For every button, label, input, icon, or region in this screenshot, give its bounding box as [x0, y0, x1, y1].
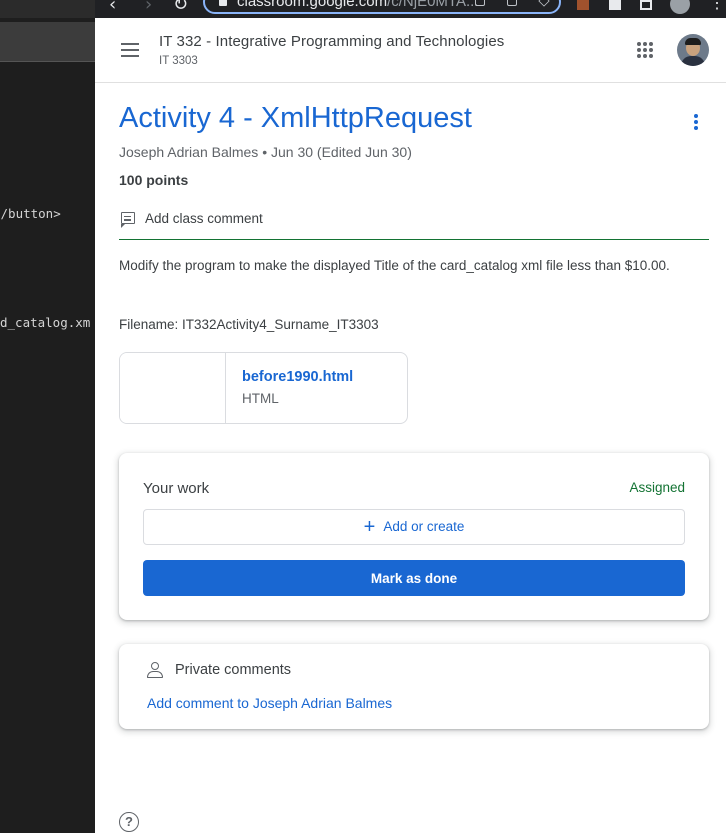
- editor-titlebar: [0, 0, 95, 18]
- code-editor-panel: </button> d_catalog.xm: [0, 0, 95, 833]
- help-icon[interactable]: ?: [119, 812, 139, 832]
- attachment-thumbnail: [120, 353, 226, 423]
- url-text: classroom.google.com/c/NjE0MTA...: [237, 0, 479, 10]
- plus-icon: +: [363, 515, 376, 538]
- class-section: IT 3303: [159, 55, 198, 67]
- attachment-name[interactable]: before1990.html: [242, 369, 353, 385]
- editor-tab-bar[interactable]: [0, 22, 95, 62]
- address-bar[interactable]: classroom.google.com/c/NjE0MTA...: [203, 0, 561, 14]
- person-icon: [147, 662, 163, 678]
- bookmark-star-icon[interactable]: [538, 0, 550, 7]
- assignment-description: Modify the program to make the displayed…: [119, 258, 670, 273]
- chrome-menu-icon[interactable]: ⋮: [709, 0, 725, 12]
- attachment-type: HTML: [242, 391, 279, 406]
- classroom-page: IT 332 - Integrative Programming and Tec…: [95, 18, 726, 833]
- code-line: d_catalog.xm: [0, 315, 91, 330]
- private-comments-card: Private comments Add comment to Joseph A…: [119, 644, 709, 729]
- sidepanel-icon[interactable]: [640, 0, 652, 10]
- menu-icon[interactable]: [121, 43, 139, 61]
- add-class-comment-button[interactable]: Add class comment: [119, 204, 709, 240]
- add-or-create-button[interactable]: + Add or create: [143, 509, 685, 545]
- reload-icon[interactable]: ↻: [173, 0, 188, 15]
- google-apps-icon[interactable]: [637, 42, 653, 58]
- add-class-comment-label: Add class comment: [145, 211, 263, 226]
- assignment-points: 100 points: [119, 172, 189, 188]
- more-options-icon[interactable]: [694, 114, 698, 132]
- browser-toolbar: ‹ › ↻ classroom.google.com/c/NjE0MTA... …: [95, 0, 726, 18]
- your-work-title: Your work: [143, 480, 210, 497]
- lock-icon: [219, 0, 227, 6]
- back-icon[interactable]: ‹: [109, 0, 116, 15]
- app-header: IT 332 - Integrative Programming and Tec…: [95, 18, 726, 83]
- add-or-create-label: Add or create: [383, 518, 465, 534]
- code-line: </button>: [0, 206, 61, 221]
- mark-as-done-button[interactable]: Mark as done: [143, 560, 685, 596]
- puzzle-icon[interactable]: [609, 0, 621, 10]
- private-comments-title: Private comments: [175, 662, 292, 678]
- class-name[interactable]: IT 332 - Integrative Programming and Tec…: [159, 33, 504, 50]
- page-title: Activity 4 - XmlHttpRequest: [119, 102, 472, 134]
- assignment-meta: Joseph Adrian Balmes • Jun 30 (Edited Ju…: [119, 144, 412, 160]
- your-work-card: Your work Assigned + Add or create Mark a…: [119, 453, 709, 620]
- status-badge: Assigned: [629, 480, 685, 495]
- add-private-comment-link[interactable]: Add comment to Joseph Adrian Balmes: [147, 695, 392, 711]
- profile-avatar[interactable]: [670, 0, 690, 14]
- share-icon[interactable]: [507, 0, 517, 6]
- avatar[interactable]: [677, 34, 709, 66]
- assignment-filename-instruction: Filename: IT332Activity4_Surname_IT3303: [119, 317, 379, 332]
- install-icon[interactable]: [475, 0, 485, 6]
- forward-icon[interactable]: ›: [145, 0, 152, 15]
- attachment-card[interactable]: before1990.html HTML: [119, 352, 408, 424]
- comment-icon: [120, 212, 135, 228]
- extension-icon[interactable]: [577, 0, 589, 10]
